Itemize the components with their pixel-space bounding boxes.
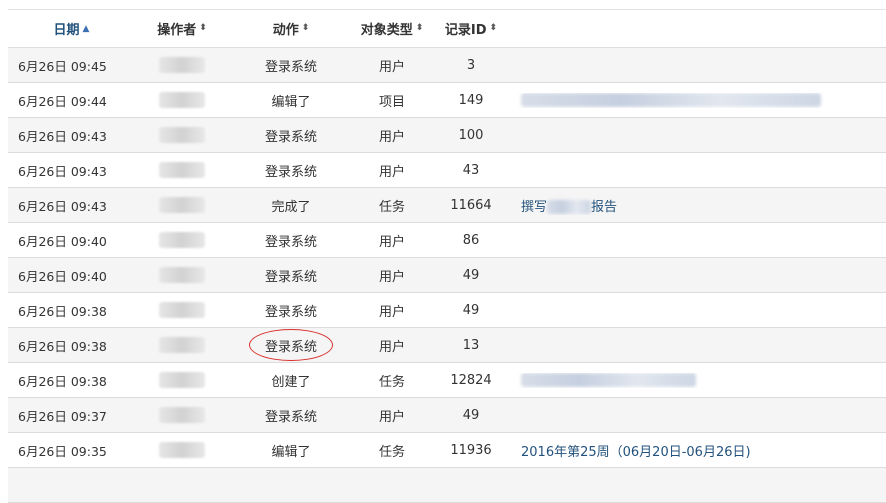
cell-record-id: 49 [462,302,480,318]
cell-title-link-redacted[interactable] [511,93,886,108]
red-circle-annotation [249,329,333,361]
cell-operator-redacted [135,197,229,213]
cell-operator-redacted [135,337,229,353]
cell-title-link-redacted[interactable] [511,373,886,388]
cell-record-id: 100 [458,127,484,143]
cell-record-id: 11936 [450,442,492,458]
table-row-partial [8,468,886,503]
cell-title-link[interactable]: 撰写 报告 [511,196,886,215]
column-header-action[interactable]: 动作 ⬍ [229,19,353,38]
column-header-record-id[interactable]: 记录ID ⬍ [431,19,511,38]
cell-object-type: 用户 [378,234,405,250]
action-log-table: 日期 ▲ 操作者 ⬍ 动作 ⬍ 对象类型 ⬍ 记录ID ⬍ 6月26日 09:4… [8,9,886,503]
table-row: 6月26日 09:43 完成了 任务 11664 撰写 报告 [8,188,886,223]
table-row: 6月26日 09:38 创建了 任务 12824 [8,363,886,398]
cell-operator-redacted [135,162,229,178]
cell-date: 6月26日 09:37 [18,408,107,424]
cell-action-highlighted: 登录系统 [229,329,353,361]
table-row: 6月26日 09:40 登录系统 用户 86 [8,223,886,258]
cell-action: 编辑了 [271,94,311,110]
cell-object-type: 项目 [378,94,405,110]
cell-object-type: 用户 [378,164,405,180]
cell-record-id: 43 [462,162,480,178]
cell-action: 创建了 [271,374,311,390]
cell-action: 登录系统 [264,269,317,285]
table-row: 6月26日 09:35 编辑了 任务 11936 2016年第25周（06月20… [8,433,886,468]
table-row: 6月26日 09:37 登录系统 用户 49 [8,398,886,433]
cell-record-id: 86 [462,232,480,248]
cell-record-id: 13 [462,337,480,353]
cell-object-type: 用户 [378,59,405,75]
cell-object-type: 用户 [378,129,405,145]
cell-date: 6月26日 09:38 [18,373,107,389]
cell-action: 登录系统 [264,164,317,180]
cell-action: 登录系统 [264,234,317,250]
cell-operator-redacted [135,407,229,423]
cell-object-type: 任务 [378,374,405,390]
column-header-date[interactable]: 日期 ▲ [8,19,135,38]
cell-date: 6月26日 09:38 [18,303,107,319]
cell-object-type: 用户 [378,269,405,285]
sort-icon: ⬍ [415,23,424,33]
cell-object-type: 用户 [378,304,405,320]
cell-date: 6月26日 09:35 [18,443,107,459]
sort-icon: ⬍ [489,23,498,33]
table-row: 6月26日 09:45 登录系统 用户 3 [8,48,886,83]
table-row: 6月26日 09:44 编辑了 项目 149 [8,83,886,118]
cell-object-type: 用户 [378,339,405,355]
cell-operator-redacted [135,57,229,73]
column-header-object-type[interactable]: 对象类型 ⬍ [353,19,431,38]
cell-date: 6月26日 09:44 [18,93,107,109]
cell-operator-redacted [135,442,229,458]
cell-operator-redacted [135,372,229,388]
cell-action: 完成了 [271,199,311,215]
cell-record-id: 3 [466,57,476,73]
cell-record-id: 11664 [450,197,492,213]
cell-object-type: 用户 [378,409,405,425]
cell-operator-redacted [135,302,229,318]
cell-operator-redacted [135,232,229,248]
cell-record-id: 149 [458,92,484,108]
cell-object-type: 任务 [378,444,405,460]
table-row: 6月26日 09:43 登录系统 用户 43 [8,153,886,188]
cell-operator-redacted [135,92,229,108]
sort-icon: ⬍ [301,23,310,33]
cell-action: 编辑了 [271,444,311,460]
table-row: 6月26日 09:40 登录系统 用户 49 [8,258,886,293]
table-row: 6月26日 09:43 登录系统 用户 100 [8,118,886,153]
cell-object-type: 任务 [378,199,405,215]
cell-action: 登录系统 [264,304,317,320]
cell-action: 登录系统 [264,409,317,425]
cell-operator-redacted [135,127,229,143]
cell-date: 6月26日 09:45 [18,58,107,74]
cell-operator-redacted [135,267,229,283]
sort-icon: ⬍ [199,23,207,33]
cell-date: 6月26日 09:43 [18,198,107,214]
column-header-operator[interactable]: 操作者 ⬍ [135,19,229,38]
cell-record-id: 49 [462,407,480,423]
cell-date: 6月26日 09:40 [18,268,107,284]
table-row: 6月26日 09:38 登录系统 用户 13 [8,328,886,363]
cell-action: 登录系统 [264,129,317,145]
cell-title-link[interactable]: 2016年第25周（06月20日-06月26日) [511,441,886,460]
table-row: 6月26日 09:38 登录系统 用户 49 [8,293,886,328]
cell-date: 6月26日 09:40 [18,233,107,249]
cell-date: 6月26日 09:43 [18,128,107,144]
cell-action: 登录系统 [264,59,317,75]
cell-date: 6月26日 09:43 [18,163,107,179]
table-header: 日期 ▲ 操作者 ⬍ 动作 ⬍ 对象类型 ⬍ 记录ID ⬍ [8,10,886,48]
cell-date: 6月26日 09:38 [18,338,107,354]
sort-asc-icon: ▲ [82,23,90,34]
cell-record-id: 49 [462,267,480,283]
cell-record-id: 12824 [450,372,492,388]
